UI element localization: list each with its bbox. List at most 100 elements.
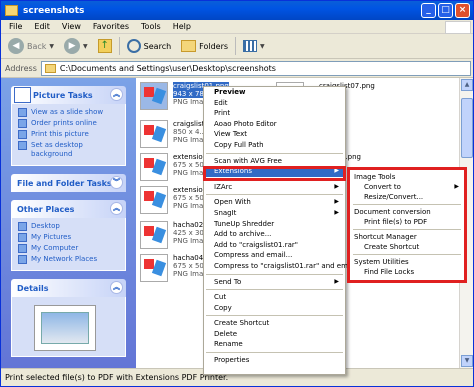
desktop-icon bbox=[18, 141, 27, 150]
submenu-item-print-file-s-to-pdf[interactable]: Print file(s) to PDF bbox=[350, 217, 464, 227]
other-places-panel: Other Places ︽ Desktop My Pictures My Co… bbox=[11, 200, 126, 271]
other-places-header[interactable]: Other Places ︽ bbox=[11, 200, 126, 218]
menu-item-copy[interactable]: Copy bbox=[204, 303, 345, 314]
folders-label: Folders bbox=[199, 41, 229, 51]
menu-item-create-shortcut[interactable]: Create Shortcut bbox=[204, 318, 345, 329]
file-folder-tasks-panel: File and Folder Tasks ︾ bbox=[11, 174, 126, 192]
back-button[interactable]: ◀ Back ▼ bbox=[5, 36, 57, 56]
menu-separator bbox=[206, 152, 343, 154]
submenu-item-shortcut-manager[interactable]: Shortcut Manager bbox=[350, 232, 464, 242]
menu-item-tuneup-shredder[interactable]: TuneUp Shredder bbox=[204, 219, 345, 230]
scroll-up-arrow-icon[interactable]: ▲ bbox=[461, 79, 473, 91]
scroll-thumb[interactable] bbox=[461, 98, 473, 158]
toolbar-separator bbox=[118, 37, 120, 55]
submenu-item-resize-convert[interactable]: Resize/Convert... bbox=[350, 192, 464, 202]
scroll-down-arrow-icon[interactable]: ▼ bbox=[461, 355, 473, 367]
place-my-computer[interactable]: My Computer bbox=[18, 244, 121, 253]
folders-button[interactable]: Folders bbox=[178, 36, 231, 56]
collapse-chevron-icon[interactable]: ︽ bbox=[110, 202, 123, 215]
task-slideshow[interactable]: View as a slide show bbox=[18, 108, 121, 117]
close-button[interactable]: × bbox=[455, 3, 470, 18]
expand-chevron-icon[interactable]: ︾ bbox=[110, 176, 123, 189]
window-title: screenshots bbox=[23, 5, 85, 16]
submenu-separator bbox=[353, 254, 461, 255]
menu-tools[interactable]: Tools bbox=[135, 22, 167, 31]
menu-item-extensions[interactable]: Extensions ▶ bbox=[204, 166, 345, 177]
file-item[interactable]: hacha02.p 425 x 30 PNG Imag bbox=[140, 221, 210, 249]
address-label: Address bbox=[5, 63, 37, 73]
menu-item-compress-to-craigslist01-rar-and-email[interactable]: Compress to "craigslist01.rar" and email bbox=[204, 261, 356, 272]
picture-tasks-header[interactable]: Picture Tasks ︽ bbox=[11, 86, 126, 104]
submenu-separator bbox=[353, 204, 461, 205]
printer-icon bbox=[18, 130, 27, 139]
menu-separator bbox=[206, 273, 343, 275]
forward-button[interactable]: ▶ ▼ bbox=[61, 36, 91, 56]
menu-item-send-to[interactable]: Send To ▶ bbox=[204, 277, 345, 288]
search-label: Search bbox=[143, 41, 172, 51]
menu-file[interactable]: File bbox=[3, 22, 28, 31]
menu-item-izarc[interactable]: IZArc ▶ bbox=[204, 182, 345, 193]
file-folder-tasks-header[interactable]: File and Folder Tasks ︾ bbox=[11, 174, 126, 192]
image-file-icon bbox=[140, 254, 168, 282]
menu-item-aoao-photo-editor[interactable]: Aoao Photo Editor bbox=[204, 119, 345, 130]
menu-help[interactable]: Help bbox=[167, 22, 197, 31]
submenu-item-document-conversion[interactable]: Document conversion bbox=[350, 207, 464, 217]
title-bar[interactable]: screenshots _ □ × bbox=[1, 1, 473, 20]
status-text: Print selected file(s) to PDF with Exten… bbox=[5, 373, 229, 382]
address-input[interactable]: C:\Documents and Settings\user\Desktop\s… bbox=[40, 60, 471, 76]
submenu-item-image-tools[interactable]: Image Tools bbox=[350, 172, 464, 182]
task-print[interactable]: Print this picture bbox=[18, 130, 121, 139]
menu-item-add-to-archive[interactable]: Add to archive... bbox=[204, 229, 345, 240]
collapse-chevron-icon[interactable]: ︽ bbox=[110, 281, 123, 294]
file-item[interactable]: extensions 675 x 500 PNG Image bbox=[140, 153, 212, 181]
menu-item-view-text[interactable]: View Text bbox=[204, 129, 345, 140]
toolbar: ◀ Back ▼ ▶ ▼ ↑ Search Folders ▼ bbox=[1, 34, 473, 59]
minimize-button[interactable]: _ bbox=[421, 3, 436, 18]
menu-separator bbox=[206, 352, 343, 354]
menu-item-rename[interactable]: Rename bbox=[204, 339, 345, 350]
menu-item-edit[interactable]: Edit bbox=[204, 98, 345, 109]
menu-item-add-to-craigslist01-rar[interactable]: Add to "craigslist01.rar" bbox=[204, 240, 345, 251]
menu-item-properties[interactable]: Properties bbox=[204, 355, 345, 366]
menu-favorites[interactable]: Favorites bbox=[87, 22, 135, 31]
menu-item-compress-and-email[interactable]: Compress and email... bbox=[204, 250, 345, 261]
up-folder-button[interactable]: ↑ bbox=[95, 36, 115, 56]
submenu-item-convert-to[interactable]: Convert to ▶ bbox=[350, 182, 464, 192]
maximize-button[interactable]: □ bbox=[438, 3, 453, 18]
context-menu: Preview Edit Print Aoao Photo Editor View Te… bbox=[203, 86, 356, 375]
file-item[interactable]: hacha04.p 675 x 50 PNG Image bbox=[140, 254, 212, 282]
menu-item-copy-full-path[interactable]: Copy Full Path bbox=[204, 140, 345, 151]
details-header[interactable]: Details ︽ bbox=[11, 279, 126, 297]
menu-view[interactable]: View bbox=[56, 22, 87, 31]
image-file-icon bbox=[140, 221, 168, 249]
task-set-background[interactable]: Set as desktop background bbox=[18, 141, 121, 159]
menu-item-scan-with-avg-free[interactable]: Scan with AVG Free bbox=[204, 156, 345, 167]
menu-item-snagit[interactable]: SnagIt ▶ bbox=[204, 208, 345, 219]
submenu-arrow-icon: ▶ bbox=[334, 182, 339, 190]
menu-item-preview[interactable]: Preview bbox=[204, 87, 345, 98]
task-order-prints[interactable]: Order prints online bbox=[18, 119, 121, 128]
image-file-icon bbox=[140, 120, 168, 148]
views-button[interactable]: ▼ bbox=[240, 36, 268, 56]
folder-icon bbox=[44, 63, 56, 73]
submenu-item-create-shortcut[interactable]: Create Shortcut bbox=[350, 242, 464, 252]
desktop-icon bbox=[18, 222, 27, 231]
place-network[interactable]: My Network Places bbox=[18, 255, 121, 264]
collapse-chevron-icon[interactable]: ︽ bbox=[110, 88, 123, 101]
file-item[interactable]: extensions 675 x 500 PNG Image bbox=[140, 186, 212, 214]
windows-logo-icon bbox=[445, 21, 471, 34]
place-my-pictures[interactable]: My Pictures bbox=[18, 233, 121, 242]
submenu-item-find-file-locks[interactable]: Find File Locks bbox=[350, 267, 464, 277]
address-value: C:\Documents and Settings\user\Desktop\s… bbox=[59, 63, 276, 73]
details-panel: Details ︽ bbox=[11, 279, 126, 357]
submenu-item-system-utilities[interactable]: System Utilities bbox=[350, 257, 464, 267]
place-desktop[interactable]: Desktop bbox=[18, 222, 121, 231]
menu-item-open-with[interactable]: Open With ▶ bbox=[204, 197, 345, 208]
menu-item-cut[interactable]: Cut bbox=[204, 292, 345, 303]
menu-edit[interactable]: Edit bbox=[28, 22, 56, 31]
submenu-arrow-icon: ▶ bbox=[334, 277, 339, 285]
menu-item-delete[interactable]: Delete bbox=[204, 329, 345, 340]
menu-item-print[interactable]: Print bbox=[204, 108, 345, 119]
task-pane: Picture Tasks ︽ View as a slide show Ord… bbox=[1, 78, 136, 368]
search-button[interactable]: Search bbox=[124, 36, 174, 56]
